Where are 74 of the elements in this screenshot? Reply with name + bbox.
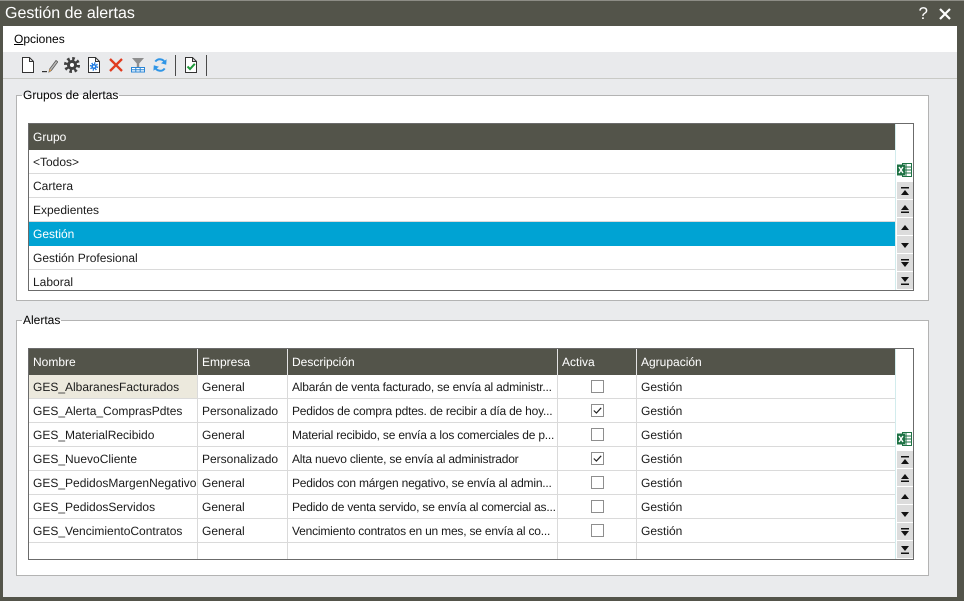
column-header[interactable]: Activa <box>558 349 637 375</box>
triangle-down-to-bottom-icon <box>900 546 908 554</box>
first-row-button[interactable] <box>896 182 912 199</box>
table-cell: Material recibido, se envía a los comerciales de p... <box>288 423 558 446</box>
table-cell: Pedidos de compra pdtes. de recibir a día de hoy... <box>288 399 558 422</box>
document-icon[interactable] <box>20 57 36 73</box>
bar-with-triangle-down-icon <box>900 258 908 266</box>
table-cell-text: Gestión <box>640 402 684 420</box>
up-button[interactable] <box>896 487 912 504</box>
checkbox[interactable] <box>590 500 604 513</box>
table-cell: Alta nuevo cliente, se envía al administrador <box>288 447 558 470</box>
spreadsheet-icon[interactable] <box>897 163 912 177</box>
checkbox[interactable] <box>590 524 604 537</box>
checkbox[interactable] <box>590 380 604 393</box>
table-cell[interactable]: GES_AlbaranesFacturados <box>29 375 198 398</box>
triangle-down-icon <box>900 510 908 518</box>
table-cell-text: Gestión <box>640 498 684 516</box>
table-cell: Albarán de venta facturado, se envía al administr... <box>288 375 558 398</box>
table-cell-text: Gestión <box>640 426 684 444</box>
filter-icon[interactable] <box>130 57 146 73</box>
help-button[interactable]: ? <box>918 4 929 24</box>
checkbox[interactable] <box>590 452 604 465</box>
table-cell: Pedido de venta servido, se envía al comercial as... <box>288 495 558 518</box>
page-down-button[interactable] <box>896 523 912 540</box>
panel-title: Alertas <box>22 313 62 327</box>
table-cell-text: Gestión <box>640 450 684 468</box>
table-cell: General <box>198 471 288 494</box>
column-header[interactable]: Descripción <box>288 349 558 375</box>
table-cell: Personalizado <box>198 447 288 470</box>
document-gear-icon[interactable] <box>86 57 102 73</box>
page-down-button[interactable] <box>896 254 912 271</box>
down-button[interactable] <box>896 236 912 253</box>
table-cell: General <box>198 495 288 518</box>
table-cell-text: Gestión <box>640 522 684 540</box>
table-cell-text: Gestión <box>640 474 684 492</box>
table-cell: Vencimiento contratos en un mes, se envía al co... <box>288 519 558 542</box>
table-cell: Personalizado <box>198 399 288 422</box>
triangle-down-to-bottom-icon <box>900 276 908 284</box>
triangle-up-icon <box>900 222 908 230</box>
page-up-button[interactable] <box>896 200 912 217</box>
checkbox[interactable] <box>590 428 604 441</box>
bar-with-triangle-down-icon <box>900 528 908 536</box>
first-row-button[interactable] <box>896 451 912 468</box>
triangle-up-to-top-icon <box>900 456 908 464</box>
gear-icon[interactable] <box>64 57 80 73</box>
triangle-up-to-top-icon <box>900 186 908 194</box>
table-cell: General <box>198 423 288 446</box>
column-header[interactable]: Grupo <box>29 124 895 150</box>
last-row-button[interactable] <box>896 541 912 558</box>
last-row-button[interactable] <box>896 272 912 289</box>
window-title: Gestión de alertas <box>5 4 135 24</box>
column-header[interactable]: Empresa <box>198 349 288 375</box>
document-check-icon[interactable] <box>183 57 199 73</box>
triangle-up-with-bar-icon <box>900 204 908 212</box>
down-button[interactable] <box>896 505 912 522</box>
pencil-icon[interactable] <box>42 57 58 73</box>
triangle-down-icon <box>900 240 908 248</box>
triangle-up-with-bar-icon <box>900 474 908 482</box>
close-icon[interactable] <box>939 8 951 20</box>
triangle-up-icon <box>900 492 908 500</box>
panel-title: Grupos de alertas <box>22 88 120 102</box>
column-header[interactable]: Agrupación <box>637 349 895 375</box>
table-cell: Pedidos con márgen negativo, se envía al admin... <box>288 471 558 494</box>
checkbox[interactable] <box>590 404 604 417</box>
menu-item[interactable]: Opciones <box>14 30 65 48</box>
checkbox[interactable] <box>590 476 604 489</box>
table-cell: General <box>198 519 288 542</box>
cross-icon[interactable] <box>108 57 124 73</box>
spreadsheet-icon[interactable] <box>897 432 912 446</box>
table-cell: General <box>198 375 288 398</box>
page-up-button[interactable] <box>896 469 912 486</box>
table-cell-text: Gestión <box>640 378 684 396</box>
refresh-icon[interactable] <box>152 57 168 73</box>
up-button[interactable] <box>896 218 912 235</box>
